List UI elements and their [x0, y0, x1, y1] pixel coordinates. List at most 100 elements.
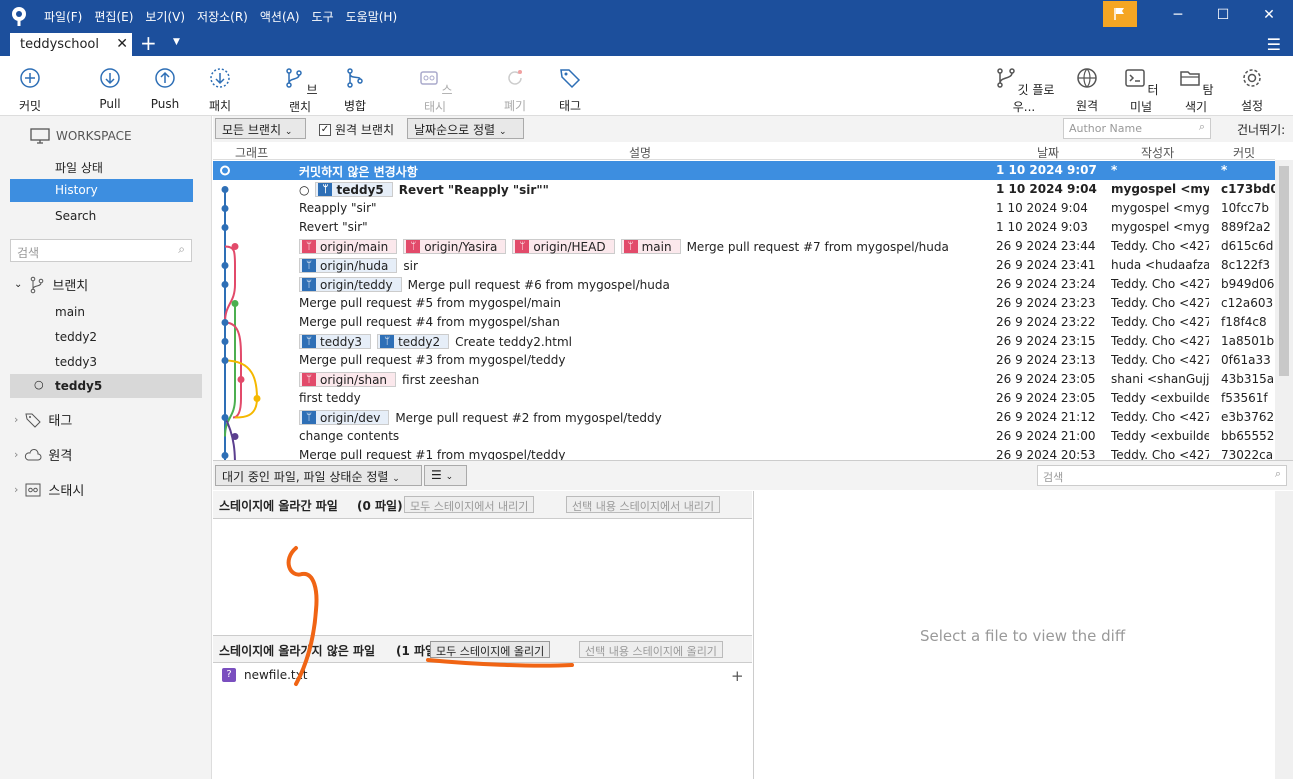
merge-button[interactable]: 병합: [342, 66, 368, 114]
chevron-down-icon: ⌄: [498, 127, 507, 137]
menu-item-4[interactable]: 액션(A): [260, 8, 300, 25]
pull-label: Pull: [99, 97, 121, 111]
branch-label-tag[interactable]: ᛘ origin/shan: [299, 372, 397, 387]
sidebar-section-remotes[interactable]: › 원격: [14, 445, 72, 464]
flag-icon[interactable]: [1103, 1, 1137, 27]
tab-dropdown-icon[interactable]: ▼: [173, 37, 180, 47]
repo-tab[interactable]: teddyschool ✕: [10, 33, 132, 56]
branch-label-tag[interactable]: ᛘ teddy5: [315, 182, 393, 197]
close-tab-icon[interactable]: ✕: [116, 36, 128, 52]
remote-branches-label: 원격 브랜치: [335, 123, 395, 137]
branch-label-tag[interactable]: ᛘ origin/HEAD: [512, 239, 615, 254]
hamburger-menu-icon[interactable]: ☰: [1267, 35, 1281, 54]
sidebar-branch-teddy3[interactable]: teddy3: [55, 355, 97, 369]
file-search-input[interactable]: 검색 ⌕: [1037, 465, 1287, 486]
explorer-button[interactable]: 탐색기: [1177, 66, 1215, 115]
graph-node: [253, 395, 261, 402]
table-row[interactable]: ᛘ origin/teddy Merge pull request #6 from …: [213, 275, 1275, 294]
table-row[interactable]: ○ ᛘ teddy5 Revert "Reapply "sir"" 1 10 2024 …: [213, 180, 1275, 199]
commit-author: Teddy. Cho <4272: [1111, 448, 1209, 460]
gitflow-button[interactable]: 깃 플로우...: [992, 66, 1056, 115]
commit-list-scrollbar[interactable]: [1275, 160, 1293, 460]
table-row[interactable]: Revert "sir" 1 10 2024 9:03 mygospel <mygo…: [213, 218, 1275, 237]
remote-branches-checkbox[interactable]: ✓ 원격 브랜치: [319, 121, 394, 138]
sidebar-item-history[interactable]: History: [10, 179, 193, 202]
branch-label-tag[interactable]: ᛘ main: [620, 239, 681, 254]
file-row[interactable]: ? newfile.txt: [222, 668, 307, 682]
branch-label-tag[interactable]: ᛘ origin/teddy: [299, 277, 402, 292]
table-row[interactable]: ᛘ origin/huda sir 26 9 2024 23:41 huda <huda…: [213, 256, 1275, 275]
commit-description: ᛘ origin/shan first zeeshan: [299, 372, 479, 387]
branch-label-tag[interactable]: ᛘ origin/Yasira: [403, 239, 507, 254]
diff-scrollbar[interactable]: [1275, 491, 1293, 779]
column-graph[interactable]: 그래프: [235, 144, 268, 161]
sidebar-branch-teddy2[interactable]: teddy2: [55, 330, 97, 344]
menu-item-3[interactable]: 저장소(R): [197, 8, 248, 25]
sidebar-item-file-status[interactable]: 파일 상태: [55, 159, 103, 176]
remote-button[interactable]: 원격: [1074, 66, 1100, 114]
branch-label-tag[interactable]: ᛘ origin/huda: [299, 258, 398, 273]
sidebar-section-tags[interactable]: › 태그: [14, 410, 72, 429]
menu-item-0[interactable]: 파일(F): [44, 8, 82, 25]
patch-button[interactable]: 패치: [206, 66, 234, 114]
commit-hash: f53561f: [1221, 391, 1268, 405]
table-row[interactable]: Reapply "sir" 1 10 2024 9:04 mygospel <myg…: [213, 199, 1275, 218]
table-row[interactable]: Merge pull request #1 from mygospel/tedd…: [213, 446, 1275, 460]
menu-item-2[interactable]: 보기(V): [145, 8, 185, 25]
column-commit[interactable]: 커밋: [1233, 144, 1255, 161]
tag-button[interactable]: 태그: [557, 66, 583, 114]
pending-files-dropdown[interactable]: 대기 중인 파일, 파일 상태순 정렬 ⌄: [215, 465, 422, 486]
table-row[interactable]: ᛘ origin/shan first zeeshan 26 9 2024 23:05…: [213, 370, 1275, 389]
sort-dropdown[interactable]: 날짜순으로 정렬 ⌄: [407, 118, 524, 139]
menu-item-1[interactable]: 편집(E): [94, 8, 133, 25]
column-description[interactable]: 설명: [629, 144, 651, 161]
gitflow-label: 깃 플로우...: [1012, 83, 1055, 114]
column-author[interactable]: 작성자: [1141, 144, 1174, 161]
staged-title: 스테이지에 올라간 파일: [219, 499, 338, 513]
branch-button[interactable]: 브랜치: [282, 66, 318, 115]
sidebar-branch-main[interactable]: main: [55, 305, 85, 319]
pull-button[interactable]: Pull: [96, 66, 124, 111]
menu-item-6[interactable]: 도움말(H): [346, 8, 398, 25]
stage-file-plus-icon[interactable]: +: [731, 667, 744, 685]
table-row[interactable]: ᛘ origin/main ᛘ origin/Yasira ᛘ origin/HEAD ᛘ m…: [213, 237, 1275, 256]
branch-label-tag[interactable]: ᛘ origin/dev: [299, 410, 390, 425]
minimize-button[interactable]: ─: [1163, 4, 1193, 26]
sidebar-item-search[interactable]: Search: [55, 209, 96, 223]
menu-item-5[interactable]: 도구: [312, 8, 334, 25]
new-tab-button[interactable]: +: [140, 31, 157, 55]
stash-button[interactable]: 스태시: [416, 66, 454, 115]
all-branches-dropdown[interactable]: 모든 브랜치 ⌄: [215, 118, 306, 139]
table-row[interactable]: first teddy 26 9 2024 23:05 Teddy <exbuild…: [213, 389, 1275, 408]
branch-label-tag[interactable]: ᛘ teddy3: [299, 334, 372, 349]
view-mode-dropdown[interactable]: ☰ ⌄: [424, 465, 467, 486]
unstage-all-button[interactable]: 모두 스테이지에서 내리기: [404, 496, 535, 513]
table-row[interactable]: Merge pull request #5 from mygospel/main…: [213, 294, 1275, 313]
terminal-button[interactable]: 터미널: [1123, 66, 1159, 115]
table-row[interactable]: ᛘ teddy3 ᛘ teddy2 Create teddy2.html 26 9 202…: [213, 332, 1275, 351]
unstage-selected-button[interactable]: 선택 내용 스테이지에서 내리기: [566, 496, 721, 513]
table-row[interactable]: Merge pull request #4 from mygospel/shan…: [213, 313, 1275, 332]
sidebar-branch-teddy5[interactable]: ○ teddy5: [10, 374, 202, 398]
branch-label-tag[interactable]: ᛘ teddy2: [377, 334, 450, 349]
push-button[interactable]: Push: [150, 66, 180, 111]
maximize-button[interactable]: ☐: [1208, 4, 1238, 26]
table-row[interactable]: ᛘ origin/dev Merge pull request #2 from my…: [213, 408, 1275, 427]
search-icon: ⌕: [178, 242, 185, 256]
sidebar-search-input[interactable]: 검색 ⌕: [10, 239, 192, 262]
stage-all-button[interactable]: 모두 스테이지에 올리기: [430, 641, 551, 658]
branch-label-tag[interactable]: ᛘ origin/main: [299, 239, 398, 254]
scrollbar-thumb[interactable]: [1279, 166, 1289, 376]
commit-button[interactable]: 커밋: [14, 66, 46, 114]
table-row[interactable]: 커밋하지 않은 변경사항 1 10 2024 9:07 * *: [213, 161, 1275, 180]
sidebar-section-stashes[interactable]: › 스태시: [14, 480, 84, 499]
author-name-input[interactable]: Author Name ⌕: [1063, 118, 1211, 139]
settings-button[interactable]: 설정: [1238, 66, 1266, 114]
column-date[interactable]: 날짜: [1037, 144, 1059, 161]
discard-button[interactable]: 폐기: [502, 66, 528, 114]
sidebar-section-branches[interactable]: ⌄ 브랜치: [14, 275, 88, 294]
table-row[interactable]: Merge pull request #3 from mygospel/tedd…: [213, 351, 1275, 370]
close-button[interactable]: ✕: [1254, 4, 1284, 26]
stage-selected-button[interactable]: 선택 내용 스테이지에 올리기: [579, 641, 723, 658]
table-row[interactable]: change contents 26 9 2024 21:00 Teddy <exb…: [213, 427, 1275, 446]
